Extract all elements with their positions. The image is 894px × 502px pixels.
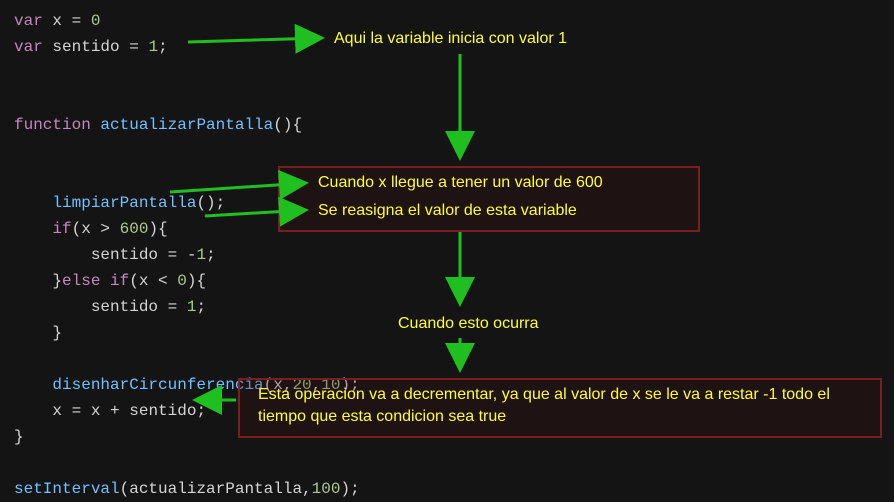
annotation-1: Aqui la variable inicia con valor 1 xyxy=(334,28,567,50)
annotation-2: Cuando x llegue a tener un valor de 600 xyxy=(318,172,603,194)
fn-actualizarPantalla: actualizarPantalla xyxy=(100,116,273,134)
annotation-5: Esta operacion va a decrementar, ya que … xyxy=(258,384,866,428)
keyword-if: if xyxy=(110,272,129,290)
annotation-3: Se reasigna el valor de esta variable xyxy=(318,200,577,222)
fn-setInterval: setInterval xyxy=(14,480,120,498)
annotation-4: Cuando esto ocurra xyxy=(398,313,539,335)
keyword-function: function xyxy=(14,116,91,134)
keyword-if: if xyxy=(52,220,71,238)
keyword-var: var xyxy=(14,38,43,56)
keyword-else: else xyxy=(62,272,100,290)
keyword-var: var xyxy=(14,12,43,30)
fn-disenharCircunferencia: disenharCircunferencia xyxy=(52,376,263,394)
fn-limpiarPantalla: limpiarPantalla xyxy=(52,194,196,212)
